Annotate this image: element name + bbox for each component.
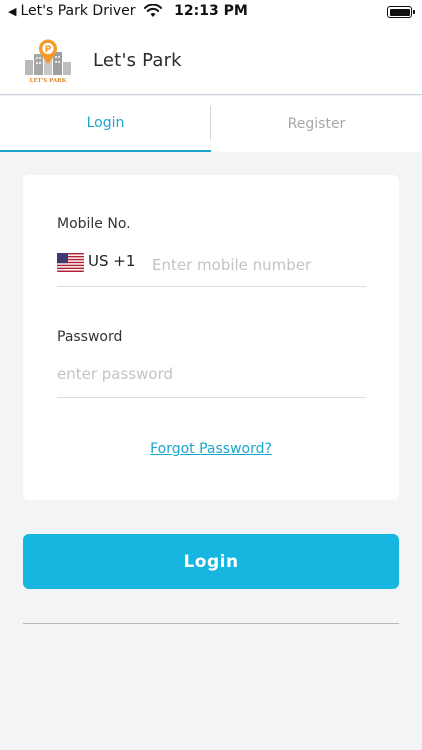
mobile-number-input[interactable] xyxy=(152,250,362,280)
status-time: 12:13 PM xyxy=(174,3,248,19)
password-label: Password xyxy=(57,329,123,345)
auth-tabs: Login Register xyxy=(0,96,422,152)
us-flag-icon[interactable] xyxy=(57,253,84,272)
password-input[interactable] xyxy=(57,359,357,389)
status-bar: ◀ Let's Park Driver 12:13 PM xyxy=(0,0,422,24)
app-header: P LET'S PARK Let's Park xyxy=(0,24,422,95)
password-field-row xyxy=(57,359,366,398)
app-title: Let's Park xyxy=(93,50,182,71)
mobile-field-row: US +1 xyxy=(57,250,366,287)
battery-icon xyxy=(387,6,415,18)
mobile-label: Mobile No. xyxy=(57,216,131,232)
forgot-password-link[interactable]: Forgot Password? xyxy=(23,441,399,457)
login-button[interactable]: Login xyxy=(23,534,399,589)
bottom-divider xyxy=(23,623,399,624)
app-logo: P LET'S PARK xyxy=(25,39,71,84)
tab-register[interactable]: Register xyxy=(211,96,422,152)
tab-login[interactable]: Login xyxy=(0,96,211,152)
login-form-card: Mobile No. US +1 Password Forgot Passwor… xyxy=(23,175,399,500)
logo-letter: P xyxy=(45,45,52,55)
country-code-selector[interactable]: US +1 xyxy=(88,252,135,270)
logo-wordmark: LET'S PARK xyxy=(29,78,66,84)
